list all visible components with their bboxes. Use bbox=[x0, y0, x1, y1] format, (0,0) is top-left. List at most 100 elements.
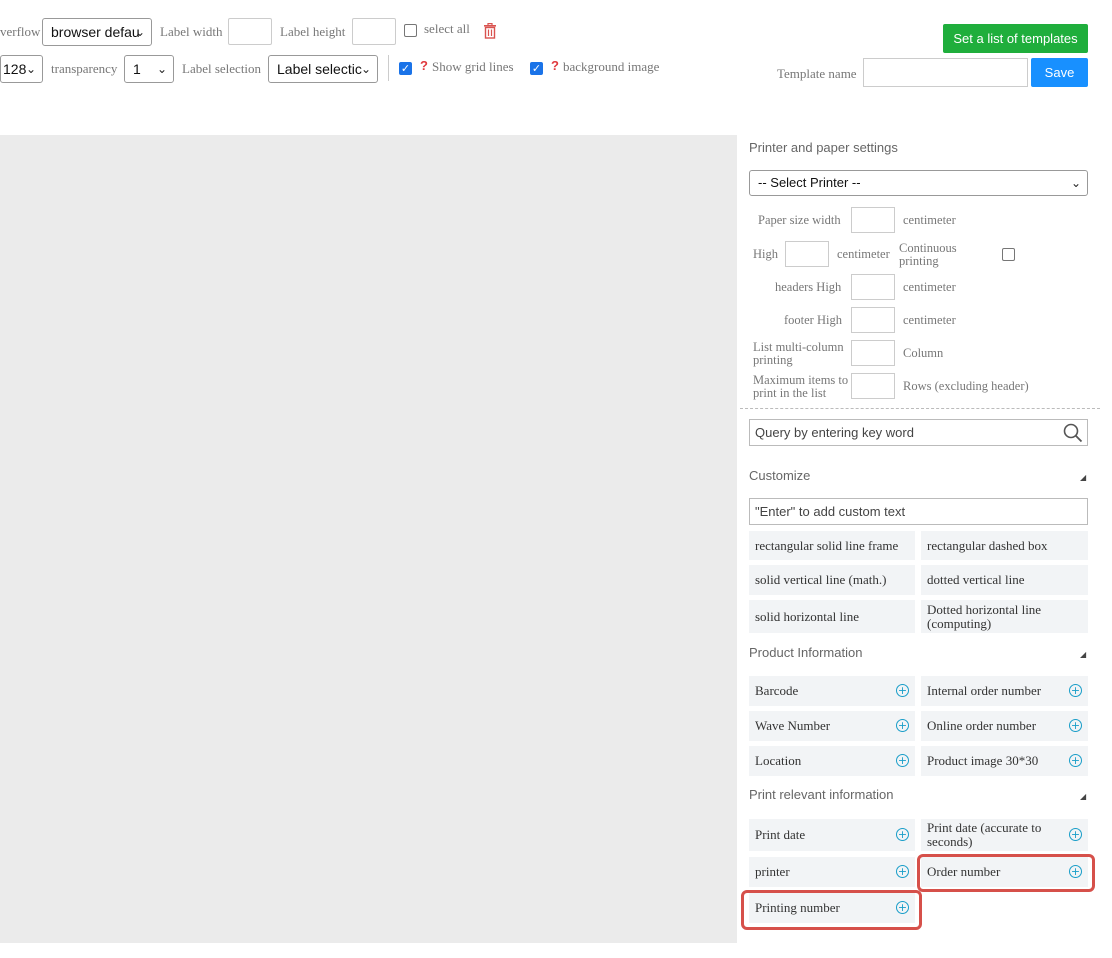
help-icon[interactable]: ? bbox=[420, 58, 428, 73]
template-name-input[interactable] bbox=[863, 58, 1028, 87]
product-item-location[interactable]: Location + bbox=[749, 746, 915, 776]
item-label: Barcode bbox=[755, 683, 799, 698]
highlight-order-number bbox=[917, 854, 1095, 892]
headers-high-input[interactable] bbox=[851, 274, 895, 300]
template-name-label: Template name bbox=[777, 66, 857, 81]
select-all-checkbox[interactable] bbox=[404, 24, 417, 37]
item-label: Product image 30*30 bbox=[927, 753, 1039, 768]
show-grid-lines-label: Show grid lines bbox=[432, 59, 514, 74]
print-item-print-date-seconds[interactable]: Print date (accurate to seconds) + bbox=[921, 819, 1088, 851]
print-item-printer[interactable]: printer + bbox=[749, 857, 915, 887]
label-selection-select-value: Label selectic bbox=[277, 61, 362, 77]
printer-select[interactable]: -- Select Printer -- ⌄ bbox=[749, 170, 1088, 196]
add-icon[interactable]: + bbox=[896, 754, 909, 767]
set-templates-button[interactable]: Set a list of templates bbox=[943, 24, 1088, 53]
unit-label: centimeter bbox=[903, 213, 956, 227]
customize-item-dashed-box[interactable]: rectangular dashed box bbox=[921, 531, 1088, 560]
search-icon[interactable] bbox=[1063, 423, 1083, 448]
add-icon[interactable]: + bbox=[896, 684, 909, 697]
continuous-printing-checkbox[interactable] bbox=[1002, 248, 1015, 261]
high-label: High bbox=[753, 247, 778, 261]
footer-high-label: footer High bbox=[784, 313, 842, 327]
transparency-label: transparency bbox=[51, 61, 118, 76]
paper-width-input[interactable] bbox=[851, 207, 895, 233]
section-divider bbox=[740, 408, 1100, 409]
background-image-checkbox[interactable]: ✓ bbox=[530, 62, 543, 75]
show-grid-lines-checkbox[interactable]: ✓ bbox=[399, 62, 412, 75]
customize-item-solid-horizontal[interactable]: solid horizontal line bbox=[749, 600, 915, 633]
custom-text-placeholder: "Enter" to add custom text bbox=[755, 504, 906, 519]
customize-item-solid-vertical[interactable]: solid vertical line (math.) bbox=[749, 565, 915, 595]
max-items-input[interactable] bbox=[851, 373, 895, 399]
paper-width-label: Paper size width bbox=[758, 213, 841, 227]
item-label: Online order number bbox=[927, 718, 1037, 733]
printer-select-value: -- Select Printer -- bbox=[758, 175, 861, 190]
chevron-down-icon: ⌄ bbox=[1070, 176, 1081, 190]
headers-high-label: headers High bbox=[775, 280, 842, 294]
custom-text-input[interactable]: "Enter" to add custom text bbox=[749, 498, 1088, 525]
add-icon[interactable]: + bbox=[1069, 754, 1082, 767]
item-label: Internal order number bbox=[927, 683, 1042, 698]
label-width-label: Label width bbox=[160, 24, 223, 39]
help-icon[interactable]: ? bbox=[551, 58, 559, 73]
add-icon[interactable]: + bbox=[1069, 684, 1082, 697]
collapse-icon[interactable]: ◢ bbox=[1080, 650, 1086, 659]
footer-high-input[interactable] bbox=[851, 307, 895, 333]
transparency-select[interactable]: 1 ⌄ bbox=[124, 55, 174, 83]
product-item-online-order[interactable]: Online order number + bbox=[921, 711, 1088, 741]
chevron-down-icon: ⌄ bbox=[156, 62, 167, 76]
item-label: Print date bbox=[755, 827, 806, 842]
label-width-input[interactable] bbox=[228, 18, 272, 45]
add-icon[interactable]: + bbox=[896, 865, 909, 878]
label-selection-label: Label selection bbox=[182, 61, 262, 76]
label-height-input[interactable] bbox=[352, 18, 396, 45]
chevron-down-icon: ⌄ bbox=[25, 62, 36, 76]
unit-label: centimeter bbox=[837, 247, 890, 261]
product-item-wave-number[interactable]: Wave Number + bbox=[749, 711, 915, 741]
collapse-icon[interactable]: ◢ bbox=[1080, 473, 1086, 482]
highlight-printing-number bbox=[741, 890, 922, 930]
font-size-select-value: 128 bbox=[3, 61, 27, 77]
customize-item-dotted-vertical[interactable]: dotted vertical line bbox=[921, 565, 1088, 595]
printer-section-title: Printer and paper settings bbox=[749, 140, 898, 155]
overflow-select[interactable]: browser defau ⌄ bbox=[42, 18, 152, 46]
product-info-title[interactable]: Product Information bbox=[749, 645, 862, 660]
chevron-down-icon: ⌄ bbox=[134, 25, 145, 39]
multi-column-input[interactable] bbox=[851, 340, 895, 366]
print-info-title[interactable]: Print relevant information bbox=[749, 787, 894, 802]
label-selection-select[interactable]: Label selectic ⌄ bbox=[268, 55, 378, 83]
search-input[interactable]: Query by entering key word bbox=[749, 419, 1088, 446]
background-image-label: background image bbox=[563, 59, 660, 74]
customize-item-solid-frame[interactable]: rectangular solid line frame bbox=[749, 531, 915, 560]
print-item-print-date[interactable]: Print date + bbox=[749, 819, 915, 851]
item-label: Location bbox=[755, 753, 802, 768]
transparency-select-value: 1 bbox=[133, 61, 141, 77]
item-label: Wave Number bbox=[755, 718, 831, 733]
overflow-select-value: browser defau bbox=[51, 24, 140, 40]
add-icon[interactable]: + bbox=[1069, 719, 1082, 732]
item-label: printer bbox=[755, 864, 790, 879]
item-label: Print date (accurate to seconds) bbox=[927, 820, 1042, 849]
label-height-label: Label height bbox=[280, 24, 346, 39]
design-canvas[interactable] bbox=[0, 135, 737, 943]
unit-label: centimeter bbox=[903, 313, 956, 327]
product-item-internal-order[interactable]: Internal order number + bbox=[921, 676, 1088, 706]
add-icon[interactable]: + bbox=[1069, 828, 1082, 841]
high-input[interactable] bbox=[785, 241, 829, 267]
font-size-select[interactable]: 128 ⌄ bbox=[0, 55, 43, 83]
multi-column-label: List multi-column printing bbox=[753, 340, 844, 367]
toolbar-divider bbox=[388, 55, 389, 81]
continuous-printing-label: Continuous printing bbox=[899, 241, 957, 268]
trash-icon[interactable] bbox=[483, 22, 497, 39]
overflow-label: verflow bbox=[0, 24, 41, 39]
product-item-barcode[interactable]: Barcode + bbox=[749, 676, 915, 706]
rows-unit-label: Rows (excluding header) bbox=[903, 379, 1029, 393]
customize-item-dotted-horizontal[interactable]: Dotted horizontal line (computing) bbox=[921, 600, 1088, 633]
add-icon[interactable]: + bbox=[896, 719, 909, 732]
save-button[interactable]: Save bbox=[1031, 58, 1088, 87]
customize-title[interactable]: Customize bbox=[749, 468, 810, 483]
product-item-product-image[interactable]: Product image 30*30 + bbox=[921, 746, 1088, 776]
select-all-label: select all bbox=[424, 21, 470, 36]
add-icon[interactable]: + bbox=[896, 828, 909, 841]
collapse-icon[interactable]: ◢ bbox=[1080, 792, 1086, 801]
